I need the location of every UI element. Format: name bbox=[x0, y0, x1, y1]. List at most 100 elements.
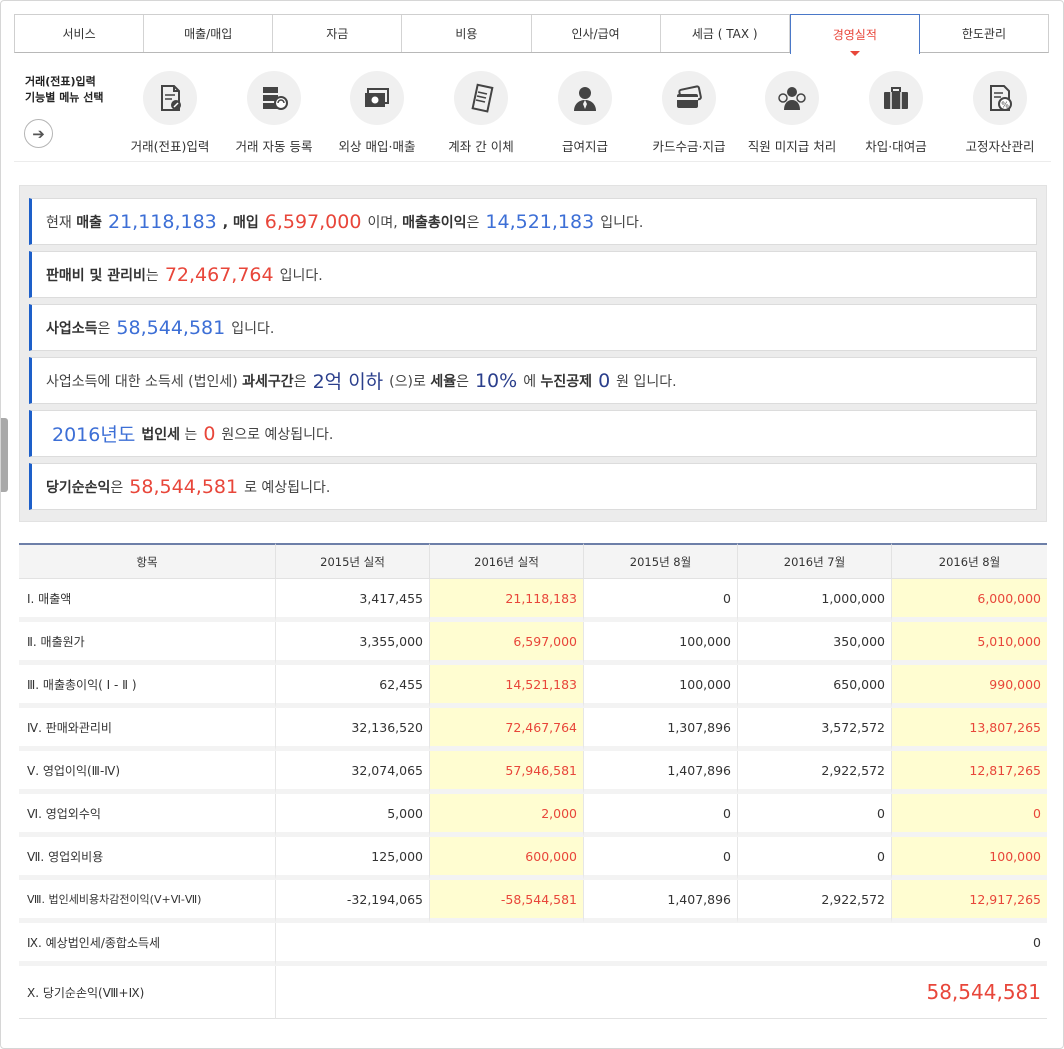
menu-item-employee-unpaid[interactable]: 직원 미지급 처리 bbox=[740, 71, 844, 155]
text: 누진공제 bbox=[540, 373, 593, 390]
table-cell: 72,467,764 bbox=[430, 708, 584, 751]
income-statement-table: 항목 2015년 실적 2016년 실적 2015년 8월 2016년 7월 2… bbox=[19, 543, 1047, 1019]
table-cell: 62,455 bbox=[276, 665, 430, 708]
table-cell: -32,194,065 bbox=[276, 880, 430, 923]
text: (으)로 bbox=[389, 373, 426, 390]
document-edit-icon bbox=[143, 71, 197, 125]
text: 원 입니다. bbox=[616, 373, 677, 390]
table-cell: 2,922,572 bbox=[738, 751, 892, 794]
column-header: 2015년 실적 bbox=[276, 543, 430, 579]
table-row: Ⅶ. 영업외비용 125,000 600,000 0 0 100,000 bbox=[19, 837, 1047, 880]
table-cell: 1,000,000 bbox=[738, 579, 892, 622]
tab-business-performance[interactable]: 경영실적 bbox=[789, 14, 920, 56]
tab-funds[interactable]: 자금 bbox=[273, 15, 403, 52]
text: 로 예상됩니다. bbox=[244, 479, 331, 496]
tab-hr-payroll[interactable]: 인사/급여 bbox=[531, 15, 661, 52]
menu-item-fixed-assets[interactable]: % 고정자산관리 bbox=[948, 71, 1052, 155]
menu-label: 직원 미지급 처리 bbox=[747, 139, 837, 154]
table-cell: 1,307,896 bbox=[584, 708, 738, 751]
menu-label: 계좌 간 이체 bbox=[448, 139, 514, 154]
person-icon bbox=[558, 71, 612, 125]
text: 판매비 및 관리비 bbox=[46, 267, 146, 284]
main-tabs: 서비스 매출/매입 자금 비용 인사/급여 세금 ( TAX ) 경영실적 한도… bbox=[14, 14, 1049, 56]
text: 법인세 bbox=[141, 426, 180, 443]
menu-intro-line1: 거래(전표)입력 bbox=[25, 75, 96, 88]
sales-value: 21,118,183 bbox=[107, 210, 217, 233]
estimated-tax-value: 0 bbox=[276, 923, 1047, 966]
table-cell: 3,417,455 bbox=[276, 579, 430, 622]
server-sync-icon bbox=[247, 71, 301, 125]
purchase-value: 6,597,000 bbox=[264, 210, 362, 233]
row-label: Ⅲ. 매출총이익( Ⅰ - Ⅱ ) bbox=[19, 665, 276, 708]
row-label: Ⅶ. 영업외비용 bbox=[19, 837, 276, 880]
table-cell: 3,355,000 bbox=[276, 622, 430, 665]
summary-row-sales: 현재 매출 21,118,183 , 매입 6,597,000 이며, 매출총이… bbox=[29, 198, 1037, 245]
tab-sales-purchase[interactable]: 매출/매입 bbox=[144, 15, 274, 52]
menu-label: 카드수금·지급 bbox=[652, 139, 726, 154]
table-cell: 5,010,000 bbox=[892, 622, 1047, 665]
table-cell: 32,136,520 bbox=[276, 708, 430, 751]
column-header: 2015년 8월 bbox=[584, 543, 738, 579]
table-row: Ⅰ. 매출액 3,417,455 21,118,183 0 1,000,000 … bbox=[19, 579, 1047, 622]
gross-profit-value: 14,521,183 bbox=[485, 210, 595, 233]
text: 입니다. bbox=[231, 320, 275, 337]
sga-value: 72,467,764 bbox=[164, 263, 274, 286]
row-label: Ⅹ. 당기순손익(Ⅷ+Ⅸ) bbox=[19, 966, 276, 1019]
table-row: Ⅲ. 매출총이익( Ⅰ - Ⅱ ) 62,455 14,521,183 100,… bbox=[19, 665, 1047, 708]
table-cell: 0 bbox=[892, 794, 1047, 837]
table-cell: 0 bbox=[738, 794, 892, 837]
app-frame: 서비스 매출/매입 자금 비용 인사/급여 세금 ( TAX ) 경영실적 한도… bbox=[0, 0, 1064, 1049]
side-panel-handle[interactable] bbox=[1, 418, 8, 492]
column-header: 2016년 7월 bbox=[738, 543, 892, 579]
table-header-row: 항목 2015년 실적 2016년 실적 2015년 8월 2016년 7월 2… bbox=[19, 543, 1047, 579]
menu-item-credit-trade[interactable]: 외상 매입·매출 bbox=[325, 71, 429, 155]
summary-row-net-income: 당기순손익 은 58,544,581 로 예상됩니다. bbox=[29, 463, 1037, 510]
table-cell: 100,000 bbox=[584, 622, 738, 665]
row-label: Ⅰ. 매출액 bbox=[19, 579, 276, 622]
credit-card-icon bbox=[662, 71, 716, 125]
tab-expenses[interactable]: 비용 bbox=[402, 15, 532, 52]
summary-row-sga: 판매비 및 관리비 는 72,467,764 입니다. bbox=[29, 251, 1037, 298]
menu-item-account-transfer[interactable]: 계좌 간 이체 bbox=[429, 71, 533, 155]
summary-panel: 현재 매출 21,118,183 , 매입 6,597,000 이며, 매출총이… bbox=[19, 185, 1047, 522]
text: 은 bbox=[97, 320, 111, 337]
text: 현재 bbox=[46, 214, 72, 231]
cash-icon bbox=[350, 71, 404, 125]
row-label: Ⅷ. 법인세비용차감전이익(Ⅴ+Ⅵ-Ⅶ) bbox=[19, 880, 276, 923]
menu-item-loans[interactable]: 차입·대여금 bbox=[844, 71, 948, 155]
menu-label: 급여지급 bbox=[561, 139, 608, 154]
menu-label: 거래 자동 등록 bbox=[235, 139, 313, 154]
summary-row-business-income: 사업소득 은 58,544,581 입니다. bbox=[29, 304, 1037, 351]
menu-item-auto-register[interactable]: 거래 자동 등록 bbox=[222, 71, 326, 155]
tab-limit-management[interactable]: 한도관리 bbox=[919, 15, 1048, 52]
table-cell: 0 bbox=[584, 579, 738, 622]
asset-document-icon: % bbox=[973, 71, 1027, 125]
table-cell: 990,000 bbox=[892, 665, 1047, 708]
table-cell: 21,118,183 bbox=[430, 579, 584, 622]
text: 매출 bbox=[76, 214, 102, 231]
summary-row-tax-bracket: 사업소득에 대한 소득세 (법인세) 과세구간 은 2억 이하 (으)로 세율 은 … bbox=[29, 357, 1037, 404]
table-cell: 600,000 bbox=[430, 837, 584, 880]
table-cell: 32,074,065 bbox=[276, 751, 430, 794]
table-row: Ⅸ. 예상법인세/종합소득세 0 bbox=[19, 923, 1047, 966]
table-cell: 12,817,265 bbox=[892, 751, 1047, 794]
tab-tax[interactable]: 세금 ( TAX ) bbox=[660, 15, 790, 52]
net-income-value: 58,544,581 bbox=[129, 475, 239, 498]
table-cell: 14,521,183 bbox=[430, 665, 584, 708]
column-header: 2016년 8월 bbox=[892, 543, 1047, 579]
text: 는 bbox=[145, 267, 159, 284]
text: 이며, bbox=[367, 214, 398, 231]
tab-service[interactable]: 서비스 bbox=[15, 15, 145, 52]
row-label: Ⅵ. 영업외수익 bbox=[19, 794, 276, 837]
row-label: Ⅱ. 매출원가 bbox=[19, 622, 276, 665]
menu-item-payroll[interactable]: 급여지급 bbox=[533, 71, 637, 155]
menu-item-card-collection[interactable]: 카드수금·지급 bbox=[637, 71, 741, 155]
text: 과세구간 bbox=[242, 373, 294, 390]
arrow-right-icon[interactable]: ➔ bbox=[24, 119, 53, 148]
table-row: Ⅳ. 판매와관리비 32,136,520 72,467,764 1,307,89… bbox=[19, 708, 1047, 751]
table-cell: 125,000 bbox=[276, 837, 430, 880]
menu-item-transaction-entry[interactable]: 거래(전표)입력 bbox=[118, 71, 222, 155]
text: 입니다. bbox=[600, 214, 644, 231]
row-label: Ⅸ. 예상법인세/종합소득세 bbox=[19, 923, 276, 966]
summary-row-corporate-tax: 2016년도 법인세 는 0 원으로 예상됩니다. bbox=[29, 410, 1037, 457]
